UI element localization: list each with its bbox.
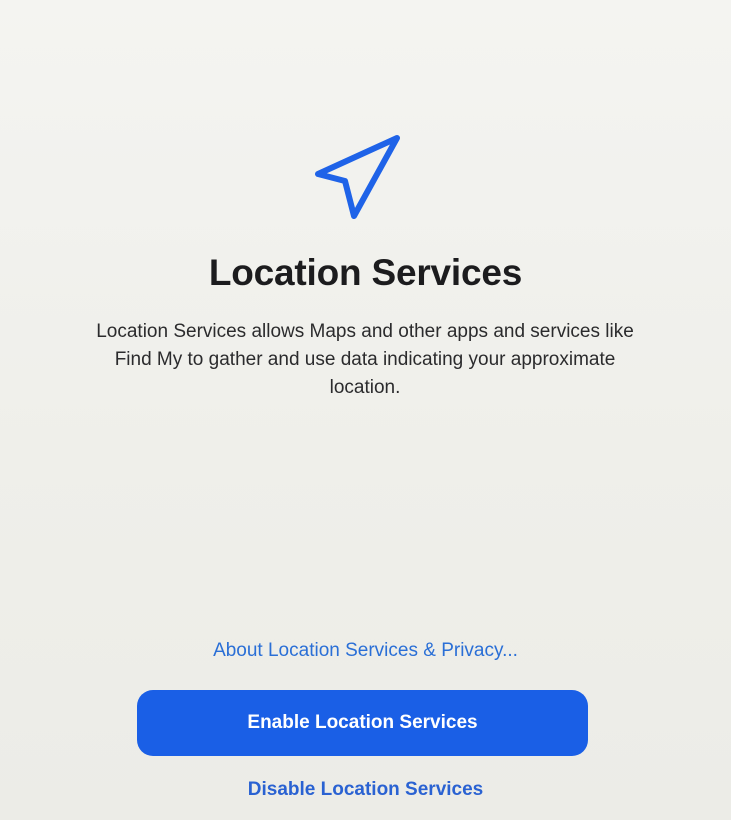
description-text: Location Services allows Maps and other … [96,321,634,398]
location-arrow-icon [305,128,415,228]
disable-location-services-button[interactable]: Disable Location Services [0,779,731,801]
page-title: Location Services [208,252,523,293]
location-services-screen: Location Services Location Services allo… [0,0,731,820]
enable-location-services-button[interactable]: Enable Location Services [137,690,588,756]
about-privacy-link[interactable]: About Location Services & Privacy... [0,640,731,662]
